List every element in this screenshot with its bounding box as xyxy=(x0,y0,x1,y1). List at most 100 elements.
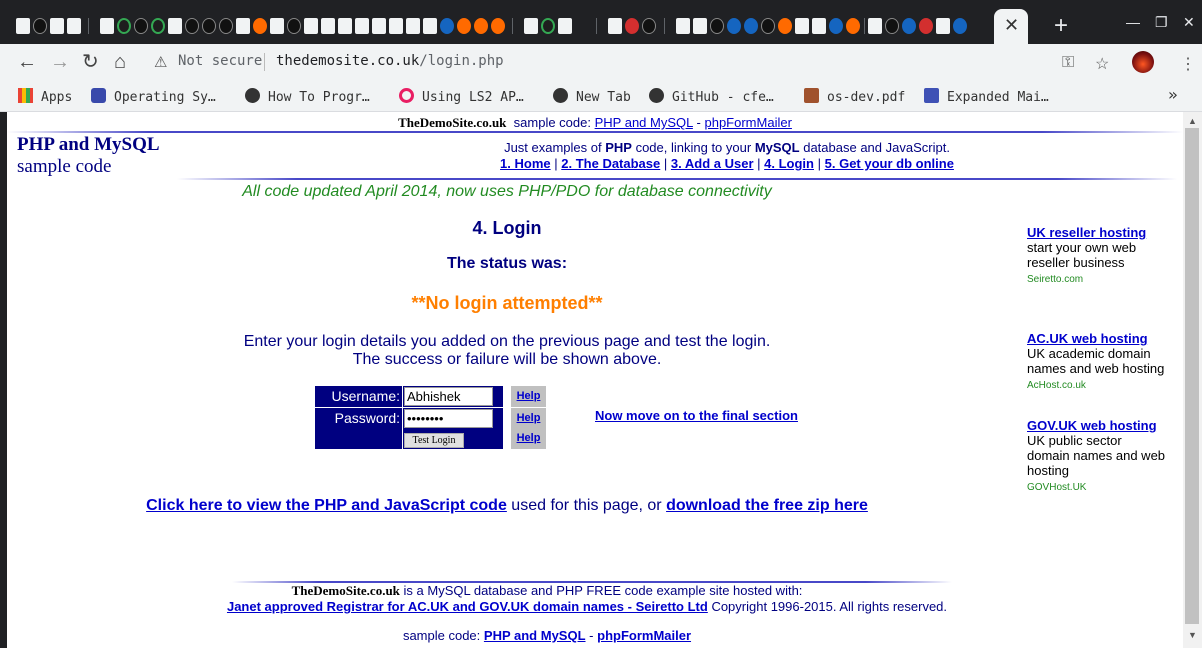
php-mysql-link[interactable]: PHP and MySQL xyxy=(484,628,586,643)
close-tab-icon[interactable]: ✕ xyxy=(1004,15,1019,36)
tab-favicon-icon[interactable] xyxy=(270,18,284,34)
tab-favicon-icon[interactable] xyxy=(953,18,967,34)
tab-favicon-icon[interactable] xyxy=(868,18,882,34)
password-input[interactable] xyxy=(404,409,493,428)
tab-favicon-icon[interactable] xyxy=(625,18,639,34)
registrar-link[interactable]: Janet approved Registrar for AC.UK and G… xyxy=(227,599,708,614)
bookmark-using-ls2[interactable]: Using LS2 AP… xyxy=(399,88,524,105)
submit-help-link[interactable]: Help xyxy=(517,432,541,444)
tab-favicon-icon[interactable] xyxy=(902,18,916,34)
tab-favicon-icon[interactable] xyxy=(406,18,420,34)
phpformmailer-link[interactable]: phpFormMailer xyxy=(704,115,791,130)
view-code-link[interactable]: Click here to view the PHP and JavaScrip… xyxy=(146,497,507,514)
maximize-icon[interactable]: ❐ xyxy=(1155,14,1168,31)
tab-favicon-icon[interactable] xyxy=(829,18,843,34)
tab-favicon-icon[interactable] xyxy=(457,18,471,34)
nav-get-db-online[interactable]: 5. Get your db online xyxy=(825,156,954,171)
tab-favicon-icon[interactable] xyxy=(491,18,505,34)
tab-favicon-icon[interactable] xyxy=(919,18,933,34)
tab-favicon-icon[interactable] xyxy=(885,18,899,34)
tab-favicon-icon[interactable] xyxy=(558,18,572,34)
tab-favicon-icon[interactable] xyxy=(795,18,809,34)
tab-favicon-icon[interactable] xyxy=(16,18,30,34)
tab-favicon-icon[interactable] xyxy=(287,18,301,34)
sidebar-ad-link[interactable]: GOV.UK web hosting xyxy=(1027,418,1157,433)
tab-favicon-icon[interactable] xyxy=(355,18,369,34)
tab-favicon-icon[interactable] xyxy=(168,18,182,34)
nav-login[interactable]: 4. Login xyxy=(764,156,814,171)
tab-favicon-icon[interactable] xyxy=(541,18,555,34)
tab-favicon-icon[interactable] xyxy=(338,18,352,34)
tab-favicon-icon[interactable] xyxy=(185,18,199,34)
tab-favicon-icon[interactable] xyxy=(642,18,656,34)
minimize-icon[interactable]: — xyxy=(1126,14,1140,30)
tab-favicon-icon[interactable] xyxy=(253,18,267,34)
reload-icon[interactable]: ↻ xyxy=(82,51,99,73)
tab-favicon-icon[interactable] xyxy=(812,18,826,34)
username-help-link[interactable]: Help xyxy=(517,390,541,402)
php-mysql-link[interactable]: PHP and MySQL xyxy=(595,115,693,130)
tab-favicon-icon[interactable] xyxy=(676,18,690,34)
tab-favicon-icon[interactable] xyxy=(423,18,437,34)
forward-icon[interactable]: → xyxy=(50,51,70,73)
bookmark-github[interactable]: GitHub - cfe… xyxy=(649,88,774,105)
download-zip-link[interactable]: download the free zip here xyxy=(666,497,868,514)
tab-favicon-icon[interactable] xyxy=(134,18,148,34)
tab-favicon-icon[interactable] xyxy=(67,18,81,34)
url-text[interactable]: thedemosite.co.uk/login.php xyxy=(276,53,504,69)
tab-favicon-icon[interactable] xyxy=(846,18,860,34)
menu-icon[interactable]: ⋮ xyxy=(1180,54,1196,74)
tab-favicon-icon[interactable] xyxy=(33,18,47,34)
home-icon[interactable]: ⌂ xyxy=(114,51,126,73)
tab-favicon-icon[interactable] xyxy=(761,18,775,34)
tab-favicon-icon[interactable] xyxy=(100,18,114,34)
tab-favicon-icon[interactable] xyxy=(440,18,454,34)
active-tab[interactable]: ✕ xyxy=(994,9,1028,44)
tab-favicon-icon[interactable] xyxy=(321,18,335,34)
tab-favicon-icon[interactable] xyxy=(389,18,403,34)
bookmark-new-tab[interactable]: New Tab xyxy=(553,88,631,105)
tab-favicon-icon[interactable] xyxy=(693,18,707,34)
tab-favicon-icon[interactable] xyxy=(304,18,318,34)
scrollbar[interactable]: ▲ ▼ xyxy=(1183,112,1202,648)
bookmark-operating-systems[interactable]: Operating Sy… xyxy=(91,88,216,105)
tab-favicon-icon[interactable] xyxy=(50,18,64,34)
close-window-icon[interactable]: ✕ xyxy=(1183,14,1195,31)
tab-favicon-icon[interactable] xyxy=(372,18,386,34)
tab-favicon-icon[interactable] xyxy=(744,18,758,34)
username-input[interactable] xyxy=(404,387,493,406)
tab-favicon-icon[interactable] xyxy=(727,18,741,34)
scroll-up-icon[interactable]: ▲ xyxy=(1188,116,1197,126)
not-secure-label[interactable]: Not secure xyxy=(178,53,262,69)
bookmark-how-to-program[interactable]: How To Progr… xyxy=(245,88,370,105)
warning-icon[interactable]: ⚠ xyxy=(154,53,167,71)
bookmark-os-dev-pdf[interactable]: os-dev.pdf xyxy=(804,88,905,105)
nav-add-user[interactable]: 3. Add a User xyxy=(671,156,754,171)
bookmark-apps[interactable]: Apps xyxy=(18,88,72,105)
nav-database[interactable]: 2. The Database xyxy=(561,156,660,171)
password-help-link[interactable]: Help xyxy=(517,412,541,424)
phpformmailer-link[interactable]: phpFormMailer xyxy=(597,628,691,643)
sidebar-ad-link[interactable]: AC.UK web hosting xyxy=(1027,331,1148,346)
tab-favicon-icon[interactable] xyxy=(219,18,233,34)
tab-favicon-icon[interactable] xyxy=(117,18,131,34)
bookmark-expanded-main[interactable]: Expanded Mai… xyxy=(924,88,1049,105)
new-tab-button[interactable]: + xyxy=(1054,12,1068,40)
nav-home[interactable]: 1. Home xyxy=(500,156,551,171)
tab-favicon-icon[interactable] xyxy=(936,18,950,34)
tab-favicon-icon[interactable] xyxy=(608,18,622,34)
back-icon[interactable]: ← xyxy=(17,51,37,73)
scroll-down-icon[interactable]: ▼ xyxy=(1188,630,1197,640)
profile-avatar[interactable] xyxy=(1132,51,1154,73)
tab-favicon-icon[interactable] xyxy=(151,18,165,34)
tab-favicon-icon[interactable] xyxy=(236,18,250,34)
sidebar-ad-link[interactable]: UK reseller hosting xyxy=(1027,225,1146,240)
tab-favicon-icon[interactable] xyxy=(710,18,724,34)
star-icon[interactable]: ☆ xyxy=(1095,54,1109,74)
final-section-link[interactable]: Now move on to the final section xyxy=(595,408,798,423)
address-bar[interactable]: ⚠ Not secure thedemosite.co.uk/login.php xyxy=(148,49,1126,77)
tab-favicon-icon[interactable] xyxy=(778,18,792,34)
tab-favicon-icon[interactable] xyxy=(524,18,538,34)
scrollbar-thumb[interactable] xyxy=(1185,128,1199,624)
key-icon[interactable]: ⚿ xyxy=(1062,54,1074,72)
